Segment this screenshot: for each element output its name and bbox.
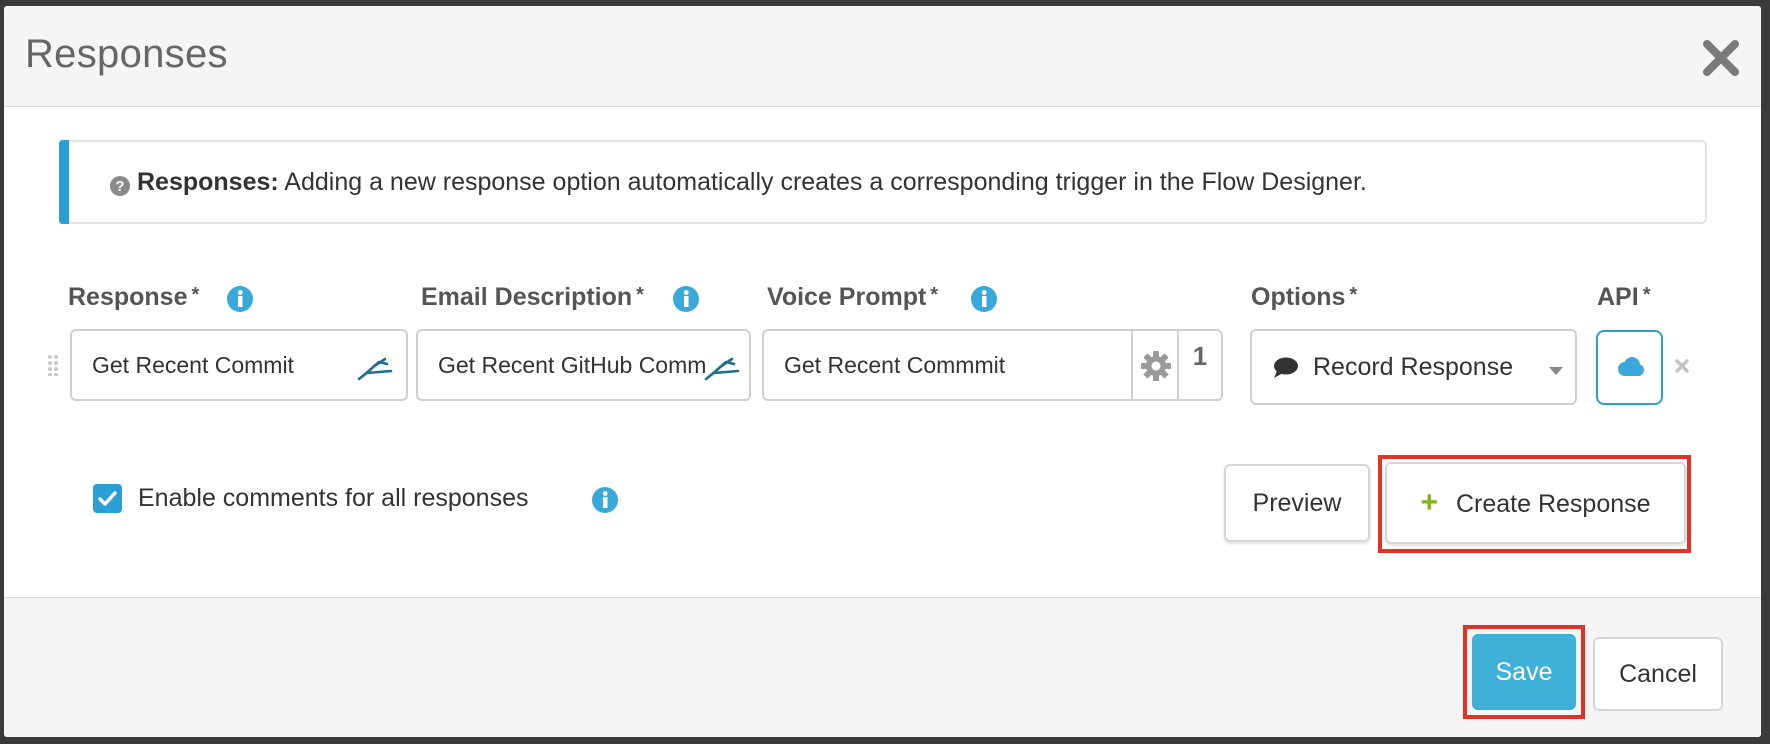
response-input-value: Get Recent Commit	[92, 352, 294, 378]
comments-info-icon[interactable]	[591, 486, 619, 519]
email-description-input[interactable]: Get Recent GitHub Comm	[416, 329, 751, 401]
voice-prompt-label: Voice Prompt *	[767, 283, 939, 311]
question-circle-icon: ?	[109, 175, 131, 202]
response-info-icon[interactable]	[226, 285, 254, 318]
api-button[interactable]	[1596, 330, 1663, 405]
gear-icon	[1140, 350, 1172, 387]
cancel-button[interactable]: Cancel	[1593, 637, 1723, 711]
feather-icon[interactable]	[357, 355, 395, 386]
remove-response-icon[interactable]	[1674, 358, 1690, 379]
svg-text:?: ?	[115, 178, 124, 195]
create-response-button[interactable]: + Create Response	[1385, 462, 1686, 544]
banner-accent-bar	[59, 140, 69, 224]
voice-prompt-count: 1	[1177, 331, 1221, 399]
email-description-info-icon[interactable]	[672, 285, 700, 318]
feather-icon[interactable]	[704, 355, 742, 386]
speech-bubble-icon	[1272, 356, 1300, 385]
drag-handle-icon[interactable]	[47, 354, 59, 381]
dialog-header: Responses	[4, 6, 1761, 107]
save-button[interactable]: Save	[1472, 634, 1576, 710]
response-input[interactable]: Get Recent Commit	[70, 329, 408, 401]
plus-icon: +	[1420, 486, 1438, 519]
cloud-icon	[1615, 356, 1645, 383]
banner-body: Adding a new response option automatical…	[284, 168, 1367, 196]
banner-message: Responses: Adding a new response option …	[137, 168, 1367, 197]
enable-comments-label: Enable comments for all responses	[138, 484, 529, 512]
voice-prompt-info-icon[interactable]	[970, 285, 998, 318]
banner-label: Responses:	[137, 168, 279, 196]
voice-prompt-input-value: Get Recent Commmit	[784, 352, 1006, 378]
email-description-label: Email Description *	[421, 283, 644, 311]
checkmark-icon	[98, 491, 117, 506]
options-label: Options *	[1251, 283, 1358, 311]
voice-prompt-input[interactable]: Get Recent Commmit 1	[762, 329, 1223, 401]
options-selected-value: Record Response	[1313, 353, 1514, 381]
info-banner: ? Responses: Adding a new response optio…	[59, 140, 1707, 224]
chevron-down-icon	[1548, 363, 1564, 381]
response-label: Response *	[68, 283, 200, 311]
email-description-input-value: Get Recent GitHub Comm	[438, 352, 707, 378]
api-label: API *	[1597, 283, 1651, 311]
dialog-title: Responses	[25, 32, 228, 76]
voice-settings-button[interactable]	[1131, 331, 1177, 399]
close-icon[interactable]	[1701, 38, 1741, 78]
responses-dialog: Responses ? Responses: Adding a new resp…	[4, 6, 1761, 737]
enable-comments-checkbox[interactable]	[93, 484, 122, 513]
options-select[interactable]: Record Response	[1250, 329, 1577, 405]
create-response-label: Create Response	[1455, 490, 1651, 518]
preview-button[interactable]: Preview	[1224, 464, 1370, 542]
